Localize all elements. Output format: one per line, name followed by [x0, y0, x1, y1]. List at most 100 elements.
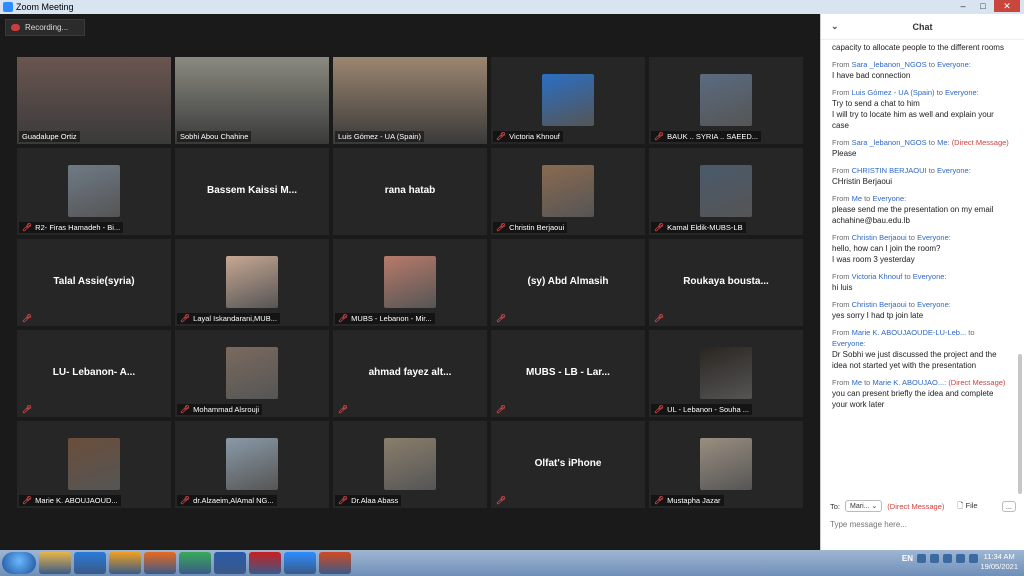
maximize-button[interactable]: □: [974, 0, 992, 12]
tray-icon[interactable]: [917, 554, 926, 563]
muted-mic-icon: 🎤︎: [654, 223, 665, 232]
firefox-icon[interactable]: [144, 552, 176, 574]
participant-tile[interactable]: 🎤︎ Mohammad Alsrouji: [175, 330, 329, 417]
muted-mic-icon: 🎤︎: [654, 405, 665, 414]
participant-tile[interactable]: 🎤︎ R2- Firas Hamadeh - Bi...: [17, 148, 171, 235]
window-title: Zoom Meeting: [16, 2, 74, 12]
chat-message-text: please send me the presentation on my em…: [832, 205, 994, 225]
participant-display-name: ahmad fayez alt...: [368, 367, 452, 378]
internet-explorer-icon[interactable]: [74, 552, 106, 574]
chat-input[interactable]: [830, 516, 1016, 532]
chat-message-header: From Me to Everyone:: [832, 194, 907, 203]
participant-display-name: (sy) Abd Almasih: [527, 276, 609, 287]
participant-name-label: 🎤︎: [651, 313, 667, 324]
participant-tile[interactable]: Roukaya bousta... 🎤︎: [649, 239, 803, 326]
start-button[interactable]: [2, 552, 36, 574]
more-button[interactable]: ...: [1001, 500, 1016, 512]
clock[interactable]: 11:34 AM 19/05/2021: [980, 552, 1018, 572]
muted-mic-icon: 🎤︎: [654, 314, 665, 323]
tray-icon[interactable]: [943, 554, 952, 563]
chat-recipient: Me: [937, 138, 948, 147]
chat-recipient-row: To: Mari... ⌄ (Direct Message) 🗋 File ..…: [830, 498, 1016, 514]
participant-tile[interactable]: rana hatab: [333, 148, 487, 235]
chat-recipient: Everyone: [872, 194, 905, 203]
chat-sender[interactable]: Luis Gómez - UA (Spain): [852, 88, 935, 97]
volume-icon[interactable]: [969, 554, 978, 563]
participant-name-label: 🎤︎ Christin Berjaoui: [493, 222, 568, 233]
participant-tile[interactable]: Olfat's iPhone 🎤︎: [491, 421, 645, 508]
participant-tile[interactable]: MUBS - LB - Lar... 🎤︎: [491, 330, 645, 417]
media-player-icon[interactable]: [109, 552, 141, 574]
participant-tile[interactable]: ahmad fayez alt... 🎤︎: [333, 330, 487, 417]
chat-sender[interactable]: Sara _lebanon_NGOS: [852, 60, 927, 69]
participant-tile[interactable]: LU- Lebanon- A... 🎤︎: [17, 330, 171, 417]
participant-display-name: Bassem Kaissi M...: [206, 185, 298, 196]
participant-tile[interactable]: Talal Assie(syria) 🎤︎: [17, 239, 171, 326]
close-button[interactable]: ✕: [994, 0, 1020, 12]
recipient-select[interactable]: Mari... ⌄: [845, 500, 883, 512]
participant-name-label: 🎤︎: [19, 404, 35, 415]
participant-tile[interactable]: Sobhi Abou Chahine: [175, 57, 329, 144]
participant-tile[interactable]: 🎤︎ BAUK .. SYRIA .. SAEED...: [649, 57, 803, 144]
participant-name: UL - Lebanon - Souha ...: [667, 405, 750, 414]
chat-message-text: Try to send a chat to him I will try to …: [832, 99, 994, 130]
participant-tile[interactable]: 🎤︎ Victoria Khnouf: [491, 57, 645, 144]
chat-sender[interactable]: Christin Berjaoui: [852, 233, 907, 242]
chat-sender[interactable]: Me: [852, 194, 862, 203]
participant-tile[interactable]: (sy) Abd Almasih 🎤︎: [491, 239, 645, 326]
powerpoint-icon[interactable]: [319, 552, 351, 574]
chevron-down-icon[interactable]: ⌄: [831, 21, 839, 32]
chat-sender[interactable]: Marie K. ABOUJAOUDE-LU-Leb...: [852, 328, 967, 337]
chat-sender[interactable]: Christin Berjaoui: [852, 300, 907, 309]
word-icon[interactable]: [214, 552, 246, 574]
participant-tile[interactable]: 🎤︎ Dr.Alaa Abass: [333, 421, 487, 508]
participant-name: Kamal Eldik-MUBS-LB: [667, 223, 743, 232]
participant-tile[interactable]: 🎤︎ Kamal Eldik-MUBS-LB: [649, 148, 803, 235]
clock-date: 19/05/2021: [980, 562, 1018, 571]
minimize-button[interactable]: –: [954, 0, 972, 12]
participant-avatar: [68, 438, 120, 490]
participant-tile[interactable]: 🎤︎ UL - Lebanon - Souha ...: [649, 330, 803, 417]
participant-name-label: Guadalupe Ortiz: [19, 131, 80, 142]
muted-mic-icon: 🎤︎: [22, 496, 33, 505]
participant-name-label: Luis Gómez - UA (Spain): [335, 131, 424, 142]
explorer-icon[interactable]: [39, 552, 71, 574]
recording-indicator[interactable]: Recording...: [5, 19, 85, 36]
chat-message: From Luis Gómez - UA (Spain) to Everyone…: [832, 87, 1009, 131]
chat-message-header: From CHRISTIN BERJAOUI to Everyone:: [832, 166, 971, 175]
participant-display-name: Roukaya bousta...: [683, 276, 769, 287]
file-button[interactable]: 🗋 File: [957, 500, 977, 513]
participant-tile[interactable]: 🎤︎ Mustapha Jazar: [649, 421, 803, 508]
chat-messages[interactable]: capacity to allocate people to the diffe…: [821, 42, 1017, 492]
chrome-icon[interactable]: [179, 552, 211, 574]
chat-message-header: From Sara _lebanon_NGOS to Me: (Direct M…: [832, 138, 1009, 147]
participant-tile[interactable]: 🎤︎ Marie K. ABOUJAOUD...: [17, 421, 171, 508]
muted-mic-icon: 🎤︎: [180, 496, 191, 505]
participant-name: Dr.Alaa Abass: [351, 496, 399, 505]
participant-tile[interactable]: 🎤︎ Christin Berjaoui: [491, 148, 645, 235]
participant-display-name: Olfat's iPhone: [534, 458, 602, 469]
chat-scrollbar[interactable]: [1018, 354, 1022, 494]
participant-tile[interactable]: 🎤︎ MUBS - Lebanon - Mir...: [333, 239, 487, 326]
participant-tile[interactable]: Bassem Kaissi M...: [175, 148, 329, 235]
participant-name-label: 🎤︎ Layal Iskandarani,MUB...: [177, 313, 280, 324]
participant-tile[interactable]: 🎤︎ dr.Alzaeim,AlAmal NG...: [175, 421, 329, 508]
participant-name: Victoria Khnouf: [509, 132, 560, 141]
zoom-logo-icon: [3, 2, 13, 12]
chat-message: capacity to allocate people to the diffe…: [832, 42, 1009, 53]
zoom-icon[interactable]: [284, 552, 316, 574]
acrobat-icon[interactable]: [249, 552, 281, 574]
chat-sender[interactable]: Victoria Khnouf: [852, 272, 903, 281]
chat-sender[interactable]: Sara _lebanon_NGOS: [852, 138, 927, 147]
title-bar: Zoom Meeting – □ ✕: [0, 0, 1024, 14]
participant-tile[interactable]: Guadalupe Ortiz: [17, 57, 171, 144]
chat-message: From Sara _lebanon_NGOS to Everyone: I h…: [832, 59, 1009, 81]
chat-sender[interactable]: Me: [852, 378, 862, 387]
chat-sender[interactable]: CHRISTIN BERJAOUI: [852, 166, 927, 175]
participant-tile[interactable]: Luis Gómez - UA (Spain): [333, 57, 487, 144]
participant-avatar: [68, 165, 120, 217]
network-icon[interactable]: [956, 554, 965, 563]
participant-tile[interactable]: 🎤︎ Layal Iskandarani,MUB...: [175, 239, 329, 326]
tray-icon[interactable]: [930, 554, 939, 563]
language-indicator[interactable]: EN: [902, 554, 913, 563]
